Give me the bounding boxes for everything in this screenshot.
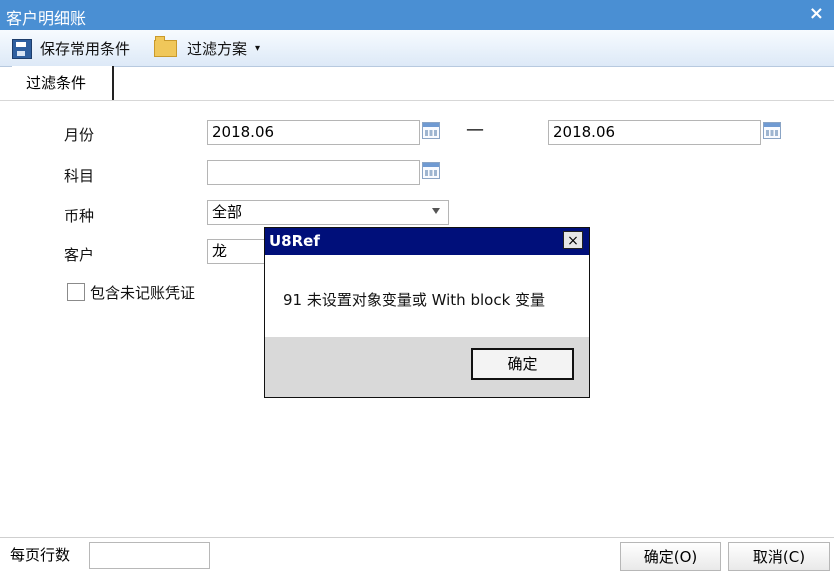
- window-title: 客户明细账: [6, 9, 87, 28]
- filter-scheme-button[interactable]: 过滤方案 ▾: [154, 36, 261, 59]
- include-unposted-checkbox[interactable]: [67, 283, 85, 301]
- dialog-close-icon[interactable]: ×: [563, 231, 583, 249]
- chevron-down-icon: [432, 208, 440, 214]
- rows-per-page-input[interactable]: [89, 542, 210, 569]
- month-to-field[interactable]: 2018.06: [548, 120, 761, 145]
- subject-field[interactable]: [207, 160, 420, 185]
- month-from-calendar-button[interactable]: [420, 120, 442, 142]
- bottom-bar: 每页行数 确定(O) 取消(C): [0, 537, 834, 571]
- save-preset-label: 保存常用条件: [40, 40, 131, 58]
- rows-per-page-label: 每页行数: [10, 546, 71, 564]
- month-to-calendar-button[interactable]: [761, 120, 783, 142]
- dialog-ok-button[interactable]: 确定: [471, 348, 574, 380]
- calendar-icon: [422, 122, 440, 139]
- currency-select[interactable]: 全部: [207, 200, 449, 225]
- folder-icon: [154, 36, 177, 57]
- save-icon: [12, 38, 32, 59]
- chevron-down-icon: ▾: [255, 43, 261, 54]
- month-from-field[interactable]: 2018.06: [207, 120, 420, 145]
- dialog-message: 91 未设置对象变量或 With block 变量: [283, 291, 546, 309]
- customer-label: 客户: [64, 246, 95, 264]
- window-titlebar: 客户明细账 ×: [0, 0, 834, 30]
- dialog-body: 91 未设置对象变量或 With block 变量: [265, 255, 589, 337]
- calendar-icon: [763, 122, 781, 139]
- toolbar: 保存常用条件 过滤方案 ▾: [0, 30, 834, 67]
- subject-label: 科目: [64, 167, 95, 185]
- calendar-icon: [422, 162, 440, 179]
- save-preset-button[interactable]: 保存常用条件: [12, 38, 130, 59]
- currency-label: 币种: [64, 207, 95, 225]
- currency-selected-value: 全部: [212, 203, 243, 221]
- u8ref-dialog: U8Ref × 91 未设置对象变量或 With block 变量 确定: [264, 227, 590, 398]
- include-unposted-label: 包含未记账凭证: [90, 284, 196, 302]
- filter-scheme-label: 过滤方案: [187, 40, 248, 58]
- tab-filter-conditions[interactable]: 过滤条件: [12, 66, 114, 100]
- date-range-separator: —: [466, 119, 484, 140]
- subject-lookup-button[interactable]: [420, 160, 442, 182]
- dialog-title: U8Ref: [265, 228, 589, 255]
- tab-bar: 过滤条件: [0, 66, 834, 101]
- month-label: 月份: [64, 126, 95, 144]
- close-icon[interactable]: ×: [809, 3, 824, 24]
